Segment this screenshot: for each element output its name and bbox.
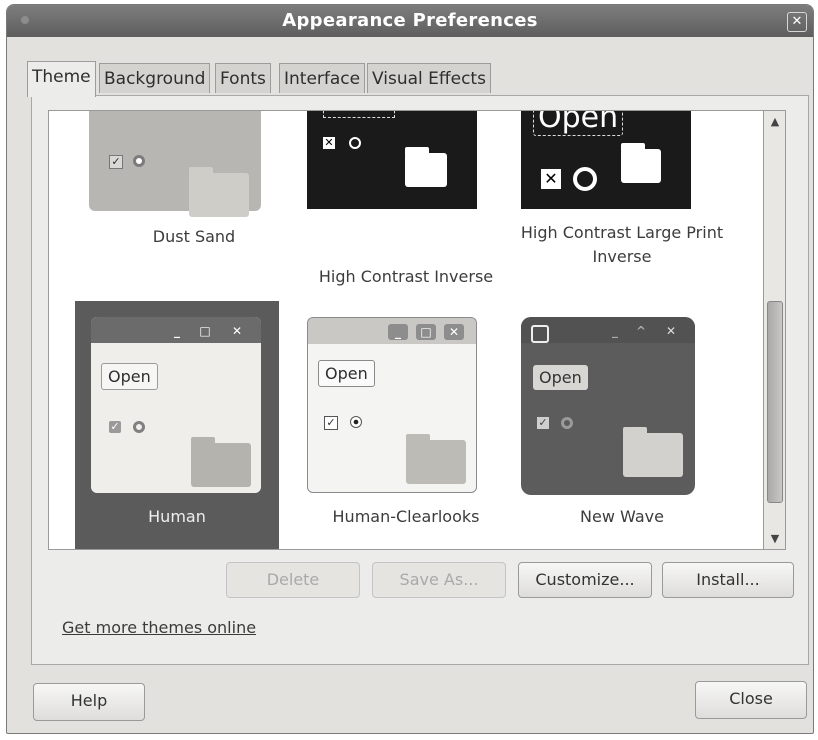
folder-icon bbox=[191, 437, 251, 487]
checkbox-icon: ✕ bbox=[323, 136, 335, 149]
appearance-preferences-window: Appearance Preferences ✕ Theme Backgroun… bbox=[6, 4, 814, 734]
checkbox-icon: ✓ bbox=[109, 155, 123, 169]
theme-thumbnail: _ ^ ✕ Open ✓ bbox=[521, 317, 695, 495]
theme-name: Human-Clearlooks bbox=[332, 507, 480, 526]
window-close-icon[interactable]: ✕ bbox=[787, 12, 807, 32]
theme-thumbnail: ✕ bbox=[307, 111, 477, 209]
radio-icon bbox=[133, 155, 145, 167]
tab-visual-effects[interactable]: Visual Effects bbox=[367, 63, 491, 93]
checkbox-icon: ✓ bbox=[109, 420, 121, 433]
theme-page: ✓ Dust Sand ✕ High Contrast Inverse Open bbox=[31, 95, 809, 665]
maximize-icon: □ bbox=[416, 324, 436, 340]
checkbox-icon: ✓ bbox=[324, 416, 338, 430]
theme-item-high-contrast-inverse[interactable]: ✕ High Contrast Inverse bbox=[301, 111, 511, 286]
radio-icon bbox=[350, 416, 362, 428]
close-icon: ✕ bbox=[444, 324, 464, 340]
tab-interface[interactable]: Interface bbox=[279, 63, 366, 93]
theme-item-high-contrast-large-print-inverse[interactable]: Open ✕ High Contrast Large Print Inverse bbox=[517, 111, 727, 281]
theme-name: New Wave bbox=[580, 507, 664, 526]
theme-thumbnail: Open ✕ bbox=[521, 111, 691, 209]
tab-background[interactable]: Background bbox=[99, 63, 211, 93]
minimize-icon: _ bbox=[388, 324, 408, 340]
minimize-icon: _ bbox=[174, 324, 180, 338]
theme-item-dust-sand[interactable]: ✓ Dust Sand bbox=[89, 111, 299, 281]
folder-icon bbox=[623, 427, 683, 477]
delete-button[interactable]: Delete bbox=[226, 562, 360, 598]
thumbnail-titlebar: _ ^ ✕ bbox=[521, 317, 695, 343]
theme-thumbnail: _ □ ✕ Open ✓ bbox=[307, 317, 477, 493]
radio-icon bbox=[133, 421, 145, 433]
thumbnail-titlebar: _ □ ✕ bbox=[308, 318, 476, 344]
open-button-preview: Open bbox=[101, 363, 158, 390]
theme-item-human-clearlooks[interactable]: _ □ ✕ Open ✓ Human-Clearlooks bbox=[301, 301, 511, 541]
folder-icon bbox=[406, 434, 466, 484]
radio-icon bbox=[561, 417, 573, 429]
theme-list[interactable]: ✓ Dust Sand ✕ High Contrast Inverse Open bbox=[48, 110, 764, 550]
thumbnail-titlebar: _ □ ✕ bbox=[91, 317, 261, 343]
theme-name: Dust Sand bbox=[152, 227, 236, 246]
theme-list-scrollbar[interactable]: ▲ ▼ bbox=[764, 110, 786, 550]
theme-name: Human bbox=[148, 507, 206, 526]
close-button[interactable]: Close bbox=[695, 681, 807, 719]
save-as-button[interactable]: Save As... bbox=[372, 562, 506, 598]
theme-name: High Contrast Large Print Inverse bbox=[520, 223, 724, 266]
focus-outline bbox=[323, 111, 395, 118]
get-more-themes-link[interactable]: Get more themes online bbox=[62, 618, 256, 637]
folder-icon bbox=[405, 147, 447, 187]
close-icon: ✕ bbox=[665, 324, 677, 338]
install-button[interactable]: Install... bbox=[662, 562, 794, 598]
close-icon: ✕ bbox=[231, 324, 243, 338]
folder-icon bbox=[189, 167, 249, 217]
window-menu-icon bbox=[531, 325, 549, 343]
tab-theme[interactable]: Theme bbox=[27, 61, 96, 97]
scroll-down-icon[interactable]: ▼ bbox=[764, 532, 786, 545]
theme-name: High Contrast Inverse bbox=[318, 267, 494, 286]
maximize-icon: □ bbox=[199, 324, 211, 338]
customize-button[interactable]: Customize... bbox=[518, 562, 652, 598]
theme-item-new-wave[interactable]: _ ^ ✕ Open ✓ New Wave bbox=[517, 301, 727, 541]
theme-thumbnail: ✓ bbox=[89, 111, 261, 217]
minimize-icon: _ bbox=[612, 324, 618, 338]
title-bar[interactable]: Appearance Preferences ✕ bbox=[7, 5, 813, 37]
help-button[interactable]: Help bbox=[33, 683, 145, 721]
tab-fonts[interactable]: Fonts bbox=[215, 63, 271, 93]
theme-item-human[interactable]: _ □ ✕ Open ✓ Human bbox=[75, 301, 279, 549]
radio-icon bbox=[573, 167, 597, 191]
open-button-preview: Open bbox=[533, 365, 588, 390]
scroll-up-icon[interactable]: ▲ bbox=[764, 115, 786, 128]
radio-icon bbox=[349, 137, 361, 149]
theme-thumbnail: _ □ ✕ Open ✓ bbox=[91, 317, 261, 493]
maximize-icon: ^ bbox=[635, 324, 647, 338]
open-button-preview: Open bbox=[318, 360, 375, 387]
window-title: Appearance Preferences bbox=[282, 10, 538, 31]
checkbox-icon: ✕ bbox=[541, 169, 561, 189]
open-button-preview: Open bbox=[533, 111, 624, 136]
folder-icon bbox=[621, 143, 661, 183]
scroll-thumb[interactable] bbox=[767, 301, 783, 503]
checkbox-icon: ✓ bbox=[537, 416, 549, 429]
